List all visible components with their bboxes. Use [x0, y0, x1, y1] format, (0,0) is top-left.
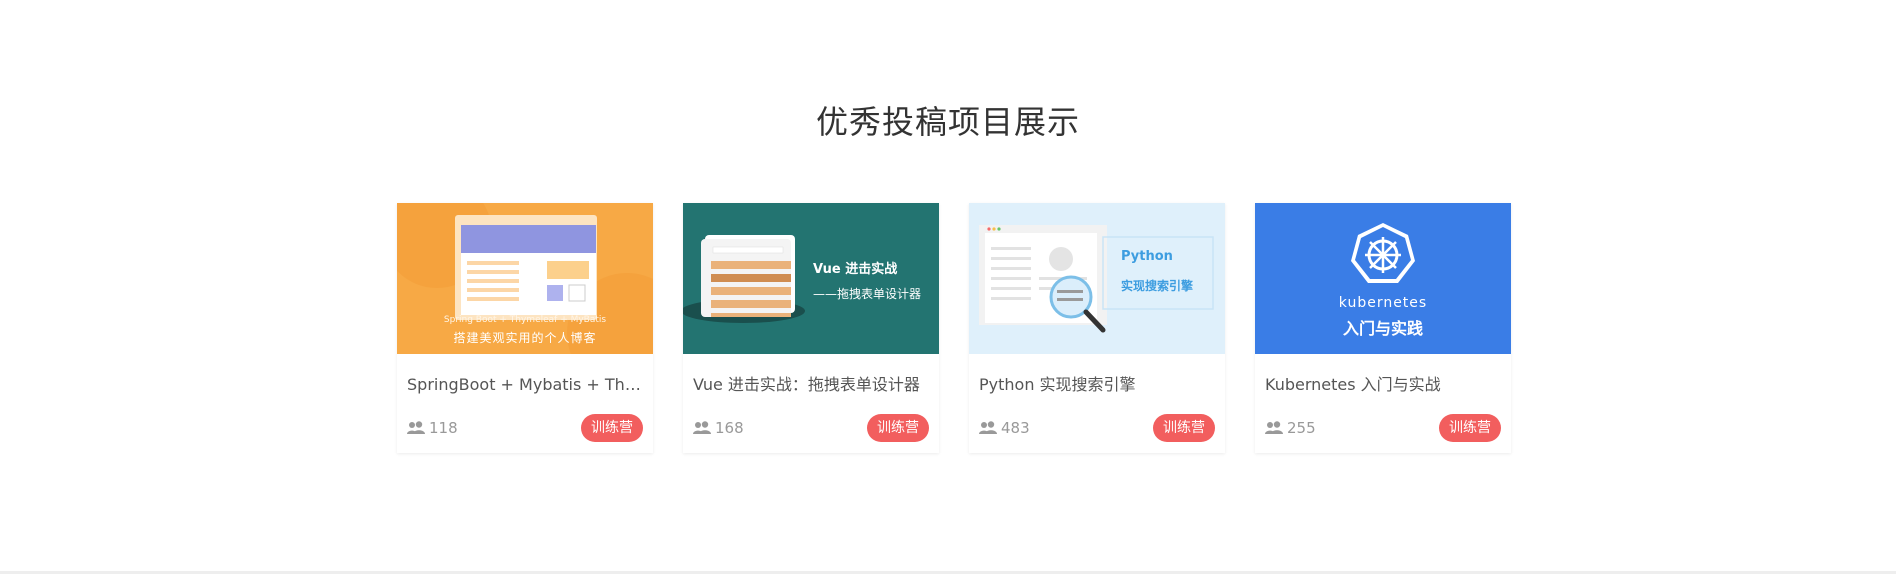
learner-count-value: 255: [1287, 419, 1316, 437]
project-card-springboot[interactable]: Spring Boot + Thymeleaf + MyBatis 搭建美观实用…: [397, 203, 653, 453]
thumb-caption-1: Python: [1121, 249, 1173, 264]
thumb-caption-1: Vue 进击实战: [813, 262, 898, 277]
project-thumbnail[interactable]: Spring Boot + Thymeleaf + MyBatis 搭建美观实用…: [397, 203, 653, 354]
project-meta: 255 训练营: [1265, 414, 1501, 442]
learner-count-value: 118: [429, 419, 458, 437]
project-title[interactable]: Vue 进击实战：拖拽表单设计器: [693, 374, 929, 396]
users-icon: [979, 421, 997, 435]
learner-count: 255: [1265, 419, 1316, 437]
project-title[interactable]: Kubernetes 入门与实战: [1265, 374, 1501, 396]
learner-count: 118: [407, 419, 458, 437]
section-title: 优秀投稿项目展示: [815, 103, 1080, 141]
project-card-python[interactable]: Python 实现搜索引擎 Python 实现搜索引擎 483 训练营: [969, 203, 1225, 453]
users-icon: [407, 421, 425, 435]
camp-badge: 训练营: [1153, 414, 1215, 442]
learner-count: 168: [693, 419, 744, 437]
project-card-kubernetes[interactable]: kubernetes 入门与实践 Kubernetes 入门与实战 255 训练…: [1255, 203, 1511, 453]
project-thumbnail[interactable]: Python 实现搜索引擎: [969, 203, 1225, 354]
featured-projects-section: 优秀投稿项目展示 Spring Boot + Thymeleaf + MyBat…: [0, 0, 1896, 574]
project-meta: 483 训练营: [979, 414, 1215, 442]
camp-badge: 训练营: [581, 414, 643, 442]
thumb-caption-2: ——拖拽表单设计器: [813, 287, 922, 301]
thumb-caption-1: Spring Boot + Thymeleaf + MyBatis: [443, 315, 607, 325]
camp-badge: 训练营: [1439, 414, 1501, 442]
learner-count: 483: [979, 419, 1030, 437]
camp-badge: 训练营: [867, 414, 929, 442]
users-icon: [1265, 421, 1283, 435]
users-icon: [693, 421, 711, 435]
thumb-caption-1: kubernetes: [1338, 295, 1428, 311]
project-thumbnail[interactable]: kubernetes 入门与实践: [1255, 203, 1511, 354]
thumb-caption-2: 入门与实践: [1342, 319, 1423, 338]
project-cards: Spring Boot + Thymeleaf + MyBatis 搭建美观实用…: [397, 203, 1511, 453]
project-thumbnail[interactable]: Vue 进击实战 ——拖拽表单设计器: [683, 203, 939, 354]
project-card-vue[interactable]: Vue 进击实战 ——拖拽表单设计器 Vue 进击实战：拖拽表单设计器 168: [683, 203, 939, 453]
learner-count-value: 483: [1001, 419, 1030, 437]
thumb-caption-2: 实现搜索引擎: [1121, 279, 1194, 293]
learner-count-value: 168: [715, 419, 744, 437]
project-meta: 118 训练营: [407, 414, 643, 442]
project-meta: 168 训练营: [693, 414, 929, 442]
thumb-caption-2: 搭建美观实用的个人博客: [453, 331, 597, 345]
project-title[interactable]: Python 实现搜索引擎: [979, 374, 1215, 396]
project-title[interactable]: SpringBoot + Mybatis + Thymeleaf 搭建美观实用的…: [407, 374, 643, 396]
